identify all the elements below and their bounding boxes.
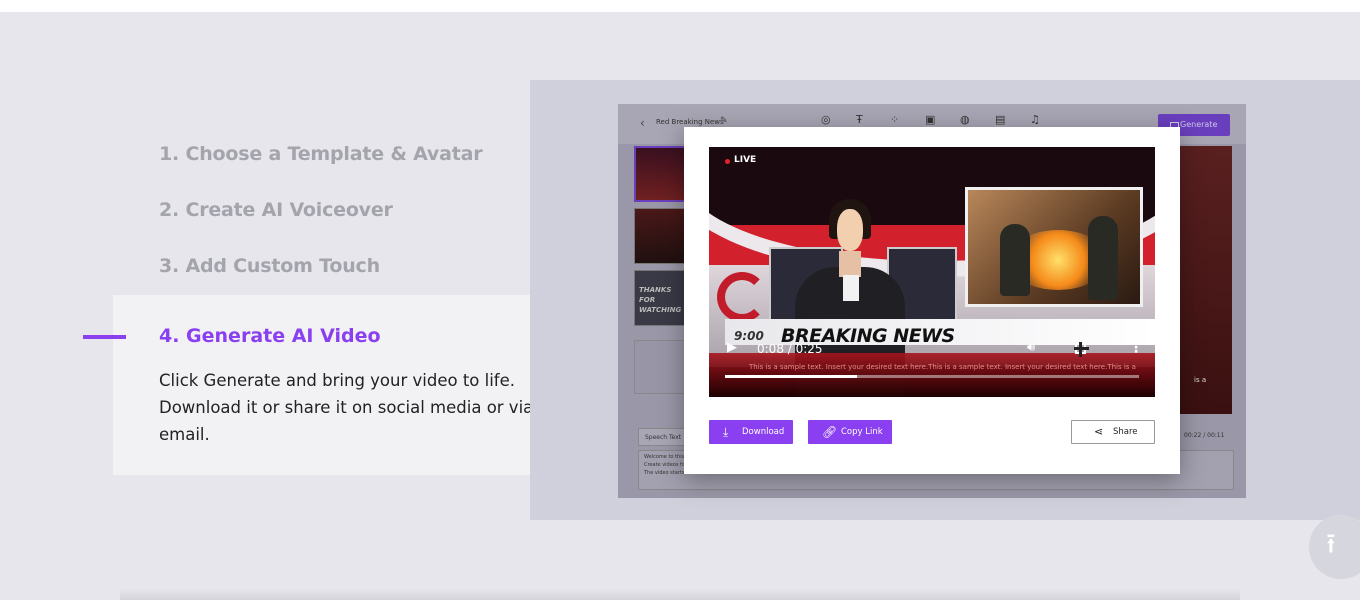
speech-line: Welcome to this p — [644, 454, 689, 460]
download-button[interactable]: ⤓ Download — [709, 420, 793, 444]
image-icon: ▤ — [995, 113, 1006, 126]
live-dot-icon — [725, 159, 730, 164]
canvas-edge — [1178, 146, 1232, 414]
live-label: LIVE — [734, 155, 757, 165]
generated-video-modal: LIVE 9:00 BREAKING NEWS This is a sample… — [684, 127, 1180, 474]
scene-thumbnail — [634, 208, 686, 264]
step-choose-template[interactable]: 1. Choose a Template & Avatar — [159, 143, 483, 165]
fullscreen-icon[interactable] — [1074, 342, 1089, 357]
avatar-shirt — [843, 275, 859, 301]
timeline-time: 00:22 / 00:11 — [1184, 432, 1225, 439]
speech-line: Create videos fo — [644, 462, 685, 468]
avatar-face — [837, 209, 863, 251]
scene-thumbnail: THANKS FOR WATCHING — [634, 270, 686, 326]
studio-logo — [717, 272, 767, 322]
media-icon: ▣ — [925, 113, 936, 126]
canvas-text: is a — [1194, 376, 1207, 384]
step-description: Click Generate and bring your video to l… — [159, 371, 534, 444]
more-options-icon[interactable]: ⋮ — [1129, 340, 1143, 356]
firefighter — [1000, 224, 1030, 296]
play-icon[interactable]: ▶ — [727, 340, 737, 355]
share-button[interactable]: ⋖ Share — [1071, 420, 1155, 444]
step-create-voiceover[interactable]: 2. Create AI Voiceover — [159, 199, 393, 221]
add-scene-slot — [634, 340, 686, 394]
project-name: Red Breaking News — [656, 118, 724, 126]
pencil-icon: ✎ — [720, 116, 728, 126]
download-label: Download — [742, 427, 785, 437]
music-icon: ♫ — [1030, 113, 1040, 126]
top-bar — [0, 0, 1360, 12]
avatar-neck — [839, 251, 861, 277]
avatar-icon: ◎ — [821, 113, 831, 126]
player-time: 0:08 / 0:25 — [757, 342, 823, 356]
progress-fill — [725, 375, 858, 378]
scene-thumbnail — [634, 146, 686, 202]
share-label: Share — [1113, 427, 1138, 437]
section-shadow — [120, 588, 1240, 600]
sticker-icon: ◍ — [960, 113, 970, 126]
ticker-text: This is a sample text. Insert your desir… — [749, 363, 1136, 371]
news-inset-image — [965, 187, 1143, 307]
step-add-custom-touch[interactable]: 3. Add Custom Touch — [159, 255, 380, 277]
copy-link-button[interactable]: 🔗︎ Copy Link — [808, 420, 892, 444]
thumbnail-text: THANKS FOR WATCHING — [639, 286, 682, 314]
step-generate-video[interactable]: 4. Generate AI Video — [159, 325, 381, 347]
link-icon: 🔗︎ — [822, 425, 838, 439]
share-icon: ⋖ — [1094, 425, 1104, 438]
video-player[interactable]: LIVE 9:00 BREAKING NEWS This is a sample… — [709, 147, 1155, 397]
volume-icon[interactable]: 🔊︎ — [1027, 340, 1035, 355]
elements-icon: ⁘ — [890, 113, 900, 126]
arrow-up-icon: ⭱ — [1326, 527, 1336, 560]
headline-time: 9:00 — [734, 329, 764, 343]
firefighter — [1088, 216, 1118, 300]
download-icon: ⤓ — [723, 425, 729, 439]
text-icon: Ŧ — [856, 113, 863, 126]
back-arrow-icon: ‹ — [640, 116, 645, 130]
copy-link-label: Copy Link — [841, 427, 883, 437]
speech-line: The video starts fr — [644, 470, 690, 476]
active-step-indicator — [83, 335, 126, 339]
progress-bar[interactable] — [725, 375, 1139, 378]
